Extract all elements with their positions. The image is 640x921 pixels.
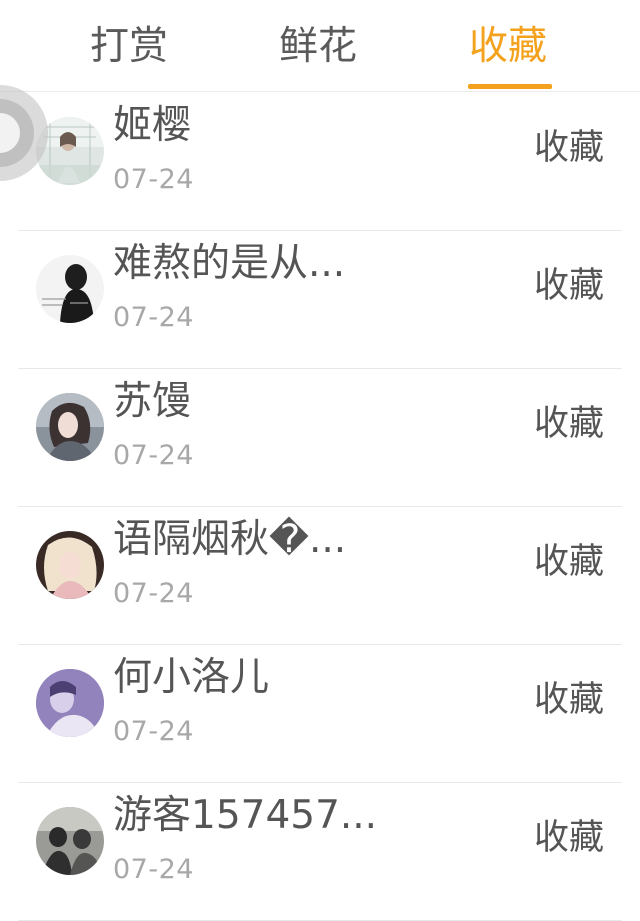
user-name: 语隔烟秋�...: [113, 517, 347, 562]
date: 07-24: [113, 578, 194, 609]
favorite-label: 收藏: [533, 128, 604, 168]
favorite-label: 收藏: [533, 818, 604, 858]
avatar[interactable]: [36, 807, 104, 875]
avatar[interactable]: [36, 669, 104, 737]
date: 07-24: [113, 854, 194, 885]
active-tab-indicator: [468, 84, 552, 89]
tab-reward[interactable]: 打赏: [90, 22, 168, 72]
list-item[interactable]: 语隔烟秋�... 07-24 收藏: [0, 507, 640, 645]
list-item[interactable]: 游客157457... 07-24 收藏: [0, 783, 640, 921]
avatar[interactable]: [36, 255, 104, 323]
favorite-label: 收藏: [533, 266, 604, 306]
favorite-label: 收藏: [533, 542, 604, 582]
date: 07-24: [113, 302, 194, 333]
list-item[interactable]: 难熬的是从... 07-24 收藏: [0, 231, 640, 369]
list-item[interactable]: 姬樱 07-24 收藏: [0, 93, 640, 231]
date: 07-24: [113, 164, 194, 195]
user-name: 苏馒: [113, 379, 192, 424]
user-name: 姬樱: [113, 103, 192, 148]
user-name: 难熬的是从...: [113, 241, 346, 286]
user-name: 何小洛儿: [113, 655, 270, 700]
list-item[interactable]: 何小洛儿 07-24 收藏: [0, 645, 640, 783]
date: 07-24: [113, 440, 194, 471]
tab-bar: 打赏 鲜花 收藏: [0, 0, 640, 92]
tab-favorites[interactable]: 收藏: [469, 22, 547, 72]
list-item[interactable]: 苏馒 07-24 收藏: [0, 369, 640, 507]
favorites-list: 姬樱 07-24 收藏 难熬的是从... 07-24 收藏 苏馒 07-24 收…: [0, 93, 640, 921]
date: 07-24: [113, 716, 194, 747]
assistive-touch-icon[interactable]: [0, 85, 54, 181]
user-name: 游客157457...: [113, 793, 378, 838]
tab-flowers[interactable]: 鲜花: [279, 22, 357, 72]
favorite-label: 收藏: [533, 680, 604, 720]
avatar[interactable]: [36, 393, 104, 461]
favorite-label: 收藏: [533, 404, 604, 444]
avatar[interactable]: [36, 531, 104, 599]
